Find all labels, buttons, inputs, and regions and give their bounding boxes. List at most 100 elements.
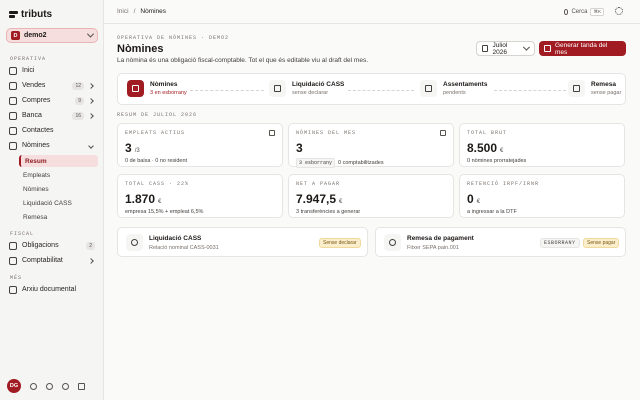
- card-subtext: 0 de baixa · 0 no resident: [125, 158, 188, 164]
- page-title: Nòmines: [117, 43, 164, 55]
- card-total-brut[interactable]: TOTAL BRUT 8.500 € 0 nòmines prorratejade…: [459, 123, 625, 167]
- generate-batch-label: Generar tanda del mes: [554, 41, 608, 56]
- chevron-down-icon: [86, 30, 95, 38]
- generate-batch-button[interactable]: Generar tanda del mes: [539, 41, 626, 56]
- sidebar-item-obligacions[interactable]: Obligacions 2: [6, 239, 98, 252]
- summary-section-label: RESUM DE JULIOL 2026: [117, 112, 198, 118]
- step-title: Liquidació CASS: [292, 81, 345, 88]
- card-subtext: 3 esborrany 0 comptabilitzades: [296, 158, 446, 168]
- card-nomines-mes[interactable]: NÒMINES DEL MES 3 3 esborrany 0 comptabi…: [288, 123, 454, 168]
- search-button[interactable]: Cerca ⌘K: [564, 6, 604, 17]
- logout-icon[interactable]: [78, 382, 85, 390]
- sidebar-subitem-nomines[interactable]: Nòmines: [19, 183, 98, 195]
- sidebar-item-label: Arxiu documental: [22, 286, 77, 293]
- sidebar-item-contactes[interactable]: Contactes: [6, 124, 98, 137]
- section-label-operativa: OPERATIVA: [10, 56, 47, 62]
- card-value: 3/3: [125, 141, 140, 155]
- document-icon: [440, 130, 446, 136]
- page-subtitle: La nòmina és una obligació fiscal-compta…: [117, 57, 368, 64]
- search-label: Cerca: [571, 8, 588, 15]
- workflow-steps: Nòmines 3 en esborrany Liquidació CASS s…: [117, 73, 626, 105]
- sidebar-item-vendes[interactable]: Vendes 12: [6, 79, 98, 92]
- sidebar-subitem-liquidacio-cass[interactable]: Liquidació CASS: [19, 197, 98, 209]
- step-status: pendents: [443, 90, 466, 96]
- card-empleats-actius[interactable]: EMPLEATS ACTIUS 3/3 0 de baixa · 0 no re…: [117, 123, 283, 167]
- send-icon: [384, 234, 401, 251]
- card-total-cass[interactable]: TOTAL CASS · 22% 1.870 € empresa 15,5% + …: [117, 174, 283, 218]
- book-icon: [420, 80, 437, 97]
- app-name: tributs: [21, 9, 53, 20]
- contacts-icon: [9, 126, 17, 135]
- sidebar-subitem-empleats[interactable]: Empleats: [19, 169, 98, 181]
- help-icon[interactable]: [46, 382, 53, 390]
- card-retencio-irpf[interactable]: RETENCIÓ IRPF/IRNR 0 € a ingressar a la D…: [459, 174, 625, 218]
- card-label: RETENCIÓ IRPF/IRNR: [467, 181, 540, 187]
- sidebar-item-inici[interactable]: Inici: [6, 64, 98, 77]
- sidebar-item-label: Inici: [22, 67, 35, 74]
- purchases-icon: [9, 96, 17, 105]
- sidebar-subitem-resum[interactable]: Resum: [19, 155, 98, 167]
- logo-icon: [9, 10, 18, 19]
- org-name: demo2: [24, 32, 47, 39]
- count-badge: 16: [72, 111, 84, 120]
- theme-icon[interactable]: [30, 382, 37, 390]
- sidebar-item-banca[interactable]: Banca 16: [6, 109, 98, 122]
- sales-icon: [9, 81, 17, 90]
- action-remesa-pagament[interactable]: Remesa de pagament Fitxer SEPA pain.001 …: [375, 227, 626, 257]
- sidebar-item-label: Compres: [22, 97, 51, 104]
- chevron-right-icon: [88, 82, 94, 89]
- sidebar-item-nomines[interactable]: Nòmines: [6, 139, 98, 152]
- step-title: Remesa: [591, 81, 616, 88]
- home-icon: [9, 66, 17, 75]
- search-shortcut: ⌘K: [590, 7, 604, 16]
- sidebar-item-label: Comptabilitat: [22, 257, 63, 264]
- step-remesa[interactable]: Remesa sense pagar: [568, 80, 621, 97]
- settings-icon[interactable]: [62, 382, 69, 390]
- chevron-right-icon: [88, 112, 94, 119]
- month-picker[interactable]: Juliol 2026: [476, 41, 535, 56]
- card-net-a-pagar[interactable]: NET A PAGAR 7.947,5 € 3 transferències a …: [288, 174, 454, 218]
- card-value: 8.500 €: [467, 141, 504, 155]
- step-nomines[interactable]: Nòmines 3 en esborrany: [127, 80, 187, 97]
- card-value: 3: [296, 141, 303, 155]
- gear-icon[interactable]: [615, 7, 623, 15]
- sidebar-subitem-remesa[interactable]: Remesa: [19, 211, 98, 223]
- card-label: TOTAL CASS · 22%: [125, 181, 190, 187]
- sidebar-item-compres[interactable]: Compres 9: [6, 94, 98, 107]
- card-subtext: a ingressar a la DTF: [467, 209, 517, 215]
- action-subtitle: Relació nominal CASS-0031: [149, 245, 219, 251]
- step-status: 3 en esborrany: [150, 90, 187, 96]
- calendar-plus-icon: [544, 45, 551, 52]
- step-liquidacio-cass[interactable]: Liquidació CASS sense declarar: [269, 80, 344, 97]
- section-label-fiscal: FISCAL: [10, 231, 35, 237]
- step-connector: [494, 90, 566, 91]
- card-value: 0 €: [467, 192, 481, 206]
- card-subtext: 3 transferències a generar: [296, 209, 361, 215]
- topbar: Inici / Nòmines Cerca ⌘K: [104, 0, 640, 24]
- app-logo[interactable]: tributs: [9, 9, 52, 20]
- action-title: Liquidació CASS: [149, 235, 202, 242]
- sidebar-item-comptabilitat[interactable]: Comptabilitat: [6, 254, 98, 267]
- sidebar-item-label: Contactes: [22, 127, 54, 134]
- step-assentaments[interactable]: Assentaments pendents: [420, 80, 487, 97]
- step-status: sense declarar: [292, 90, 329, 96]
- sidebar-footer: DG: [7, 379, 85, 393]
- action-subtitle: Fitxer SEPA pain.001: [407, 245, 459, 251]
- org-switcher[interactable]: D demo2: [6, 28, 98, 43]
- shield-icon: [126, 234, 143, 251]
- sidebar-item-label: Banca: [22, 112, 42, 119]
- payroll-icon: [9, 141, 17, 150]
- sidebar-item-arxiu[interactable]: Arxiu documental: [6, 283, 98, 296]
- avatar[interactable]: DG: [7, 379, 21, 393]
- sidebar: tributs D demo2 OPERATIVA Inici Vendes 1…: [0, 0, 104, 400]
- accounting-icon: [9, 256, 17, 265]
- step-title: Nòmines: [150, 81, 178, 88]
- page-eyebrow: OPERATIVA DE NÒMINES · DEMO2: [117, 35, 230, 41]
- users-icon: [269, 130, 275, 136]
- card-subtext: empresa 15,5% + empleat 6,5%: [125, 209, 204, 215]
- step-status: sense pagar: [591, 90, 622, 96]
- shield-icon: [269, 80, 286, 97]
- section-label-mes: MÉS: [10, 275, 23, 281]
- action-liquidacio-cass[interactable]: Liquidació CASS Relació nominal CASS-003…: [117, 227, 368, 257]
- breadcrumb-root[interactable]: Inici: [117, 8, 129, 15]
